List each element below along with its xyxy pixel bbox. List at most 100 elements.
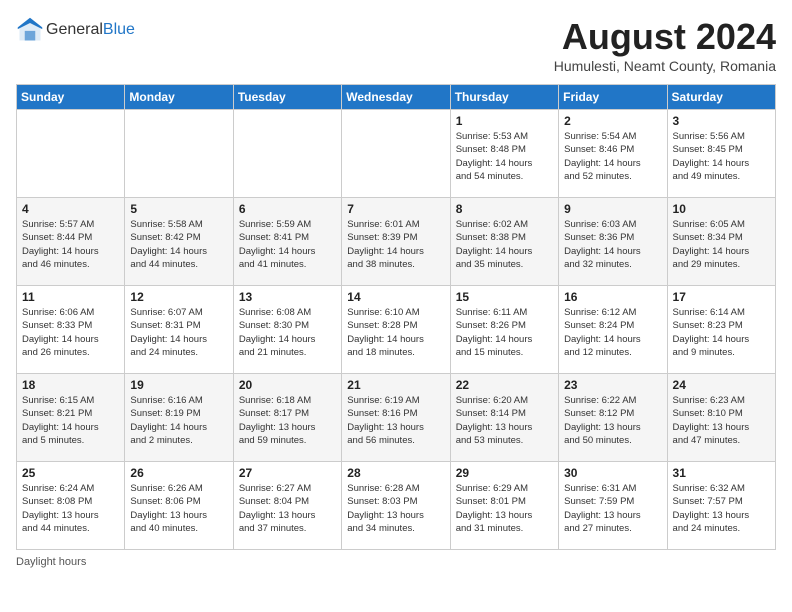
calendar-day-18: 18Sunrise: 6:15 AM Sunset: 8:21 PM Dayli… <box>17 374 125 462</box>
daylight-hours-label: Daylight hours <box>16 556 86 568</box>
location-subtitle: Humulesti, Neamt County, Romania <box>554 58 776 74</box>
calendar-day-1: 1 Sunrise: 5:53 AM Sunset: 8:48 PM Daylig… <box>450 110 558 198</box>
day-number: 25 <box>22 466 119 480</box>
day-number: 15 <box>456 290 553 304</box>
calendar-header-saturday: Saturday <box>667 85 775 110</box>
calendar-day-16: 16Sunrise: 6:12 AM Sunset: 8:24 PM Dayli… <box>559 286 667 374</box>
day-info: Sunrise: 5:54 AM Sunset: 8:46 PM Dayligh… <box>564 130 661 183</box>
day-info: Sunrise: 5:56 AM Sunset: 8:45 PM Dayligh… <box>673 130 770 183</box>
day-info: Sunrise: 5:57 AM Sunset: 8:44 PM Dayligh… <box>22 218 119 271</box>
day-number: 21 <box>347 378 444 392</box>
calendar-week-row: 1 Sunrise: 5:53 AM Sunset: 8:48 PM Daylig… <box>17 110 776 198</box>
day-number: 4 <box>22 202 119 216</box>
day-info: Sunrise: 6:16 AM Sunset: 8:19 PM Dayligh… <box>130 394 227 447</box>
footer-note: Daylight hours <box>16 556 776 568</box>
title-block: August 2024 Humulesti, Neamt County, Rom… <box>554 16 776 74</box>
day-info: Sunrise: 6:06 AM Sunset: 8:33 PM Dayligh… <box>22 306 119 359</box>
calendar-day-7: 7 Sunrise: 6:01 AM Sunset: 8:39 PM Daylig… <box>342 198 450 286</box>
day-number: 8 <box>456 202 553 216</box>
calendar-header-wednesday: Wednesday <box>342 85 450 110</box>
calendar-empty-cell <box>17 110 125 198</box>
calendar-week-row: 11 Sunrise: 6:06 AM Sunset: 8:33 PM Dayli… <box>17 286 776 374</box>
day-number: 27 <box>239 466 336 480</box>
calendar-day-29: 29 Sunrise: 6:29 AM Sunset: 8:01 PM Dayli… <box>450 462 558 550</box>
calendar-header-sunday: Sunday <box>17 85 125 110</box>
calendar-day-9: 9 Sunrise: 6:03 AM Sunset: 8:36 PM Daylig… <box>559 198 667 286</box>
calendar-day-22: 22Sunrise: 6:20 AM Sunset: 8:14 PM Dayli… <box>450 374 558 462</box>
day-info: Sunrise: 6:20 AM Sunset: 8:14 PM Dayligh… <box>456 394 553 447</box>
day-number: 2 <box>564 114 661 128</box>
day-info: Sunrise: 6:01 AM Sunset: 8:39 PM Dayligh… <box>347 218 444 271</box>
day-info: Sunrise: 6:11 AM Sunset: 8:26 PM Dayligh… <box>456 306 553 359</box>
day-number: 5 <box>130 202 227 216</box>
calendar-day-19: 19Sunrise: 6:16 AM Sunset: 8:19 PM Dayli… <box>125 374 233 462</box>
calendar-header-friday: Friday <box>559 85 667 110</box>
calendar-day-31: 31Sunrise: 6:32 AM Sunset: 7:57 PM Dayli… <box>667 462 775 550</box>
calendar-day-4: 4 Sunrise: 5:57 AM Sunset: 8:44 PM Daylig… <box>17 198 125 286</box>
day-info: Sunrise: 6:24 AM Sunset: 8:08 PM Dayligh… <box>22 482 119 535</box>
day-info: Sunrise: 6:27 AM Sunset: 8:04 PM Dayligh… <box>239 482 336 535</box>
day-number: 11 <box>22 290 119 304</box>
calendar-day-12: 12 Sunrise: 6:07 AM Sunset: 8:31 PM Dayli… <box>125 286 233 374</box>
month-year-title: August 2024 <box>554 16 776 58</box>
calendar-week-row: 4 Sunrise: 5:57 AM Sunset: 8:44 PM Daylig… <box>17 198 776 286</box>
day-info: Sunrise: 5:59 AM Sunset: 8:41 PM Dayligh… <box>239 218 336 271</box>
calendar-day-17: 17 Sunrise: 6:14 AM Sunset: 8:23 PM Dayli… <box>667 286 775 374</box>
day-info: Sunrise: 6:26 AM Sunset: 8:06 PM Dayligh… <box>130 482 227 535</box>
day-number: 18 <box>22 378 119 392</box>
calendar-day-10: 10 Sunrise: 6:05 AM Sunset: 8:34 PM Dayli… <box>667 198 775 286</box>
logo-blue-text: Blue <box>103 21 135 38</box>
calendar-day-24: 24Sunrise: 6:23 AM Sunset: 8:10 PM Dayli… <box>667 374 775 462</box>
calendar-day-3: 3 Sunrise: 5:56 AM Sunset: 8:45 PM Daylig… <box>667 110 775 198</box>
calendar-day-26: 26 Sunrise: 6:26 AM Sunset: 8:06 PM Dayli… <box>125 462 233 550</box>
calendar-week-row: 25 Sunrise: 6:24 AM Sunset: 8:08 PM Dayli… <box>17 462 776 550</box>
calendar-day-13: 13 Sunrise: 6:08 AM Sunset: 8:30 PM Dayli… <box>233 286 341 374</box>
day-info: Sunrise: 6:08 AM Sunset: 8:30 PM Dayligh… <box>239 306 336 359</box>
calendar-day-30: 30 Sunrise: 6:31 AM Sunset: 7:59 PM Dayli… <box>559 462 667 550</box>
day-info: Sunrise: 6:29 AM Sunset: 8:01 PM Dayligh… <box>456 482 553 535</box>
calendar-header-row: SundayMondayTuesdayWednesdayThursdayFrid… <box>17 85 776 110</box>
calendar-day-5: 5 Sunrise: 5:58 AM Sunset: 8:42 PM Daylig… <box>125 198 233 286</box>
calendar-day-28: 28 Sunrise: 6:28 AM Sunset: 8:03 PM Dayli… <box>342 462 450 550</box>
day-info: Sunrise: 6:14 AM Sunset: 8:23 PM Dayligh… <box>673 306 770 359</box>
calendar-empty-cell <box>342 110 450 198</box>
day-info: Sunrise: 5:58 AM Sunset: 8:42 PM Dayligh… <box>130 218 227 271</box>
day-number: 31 <box>673 466 770 480</box>
day-info: Sunrise: 6:28 AM Sunset: 8:03 PM Dayligh… <box>347 482 444 535</box>
day-number: 1 <box>456 114 553 128</box>
calendar-day-27: 27 Sunrise: 6:27 AM Sunset: 8:04 PM Dayli… <box>233 462 341 550</box>
day-info: Sunrise: 6:03 AM Sunset: 8:36 PM Dayligh… <box>564 218 661 271</box>
calendar-header-tuesday: Tuesday <box>233 85 341 110</box>
calendar-day-2: 2 Sunrise: 5:54 AM Sunset: 8:46 PM Daylig… <box>559 110 667 198</box>
day-info: Sunrise: 6:07 AM Sunset: 8:31 PM Dayligh… <box>130 306 227 359</box>
day-info: Sunrise: 6:10 AM Sunset: 8:28 PM Dayligh… <box>347 306 444 359</box>
logo-general-text: General <box>46 21 103 38</box>
calendar-empty-cell <box>125 110 233 198</box>
calendar-header-thursday: Thursday <box>450 85 558 110</box>
day-info: Sunrise: 6:18 AM Sunset: 8:17 PM Dayligh… <box>239 394 336 447</box>
day-info: Sunrise: 6:02 AM Sunset: 8:38 PM Dayligh… <box>456 218 553 271</box>
day-number: 10 <box>673 202 770 216</box>
calendar-day-14: 14Sunrise: 6:10 AM Sunset: 8:28 PM Dayli… <box>342 286 450 374</box>
day-info: Sunrise: 6:31 AM Sunset: 7:59 PM Dayligh… <box>564 482 661 535</box>
day-number: 29 <box>456 466 553 480</box>
day-info: Sunrise: 6:23 AM Sunset: 8:10 PM Dayligh… <box>673 394 770 447</box>
day-number: 3 <box>673 114 770 128</box>
day-number: 13 <box>239 290 336 304</box>
day-number: 9 <box>564 202 661 216</box>
day-info: Sunrise: 6:12 AM Sunset: 8:24 PM Dayligh… <box>564 306 661 359</box>
logo-text: GeneralBlue <box>46 21 135 39</box>
day-number: 28 <box>347 466 444 480</box>
day-info: Sunrise: 6:05 AM Sunset: 8:34 PM Dayligh… <box>673 218 770 271</box>
calendar-week-row: 18Sunrise: 6:15 AM Sunset: 8:21 PM Dayli… <box>17 374 776 462</box>
day-number: 30 <box>564 466 661 480</box>
calendar-table: SundayMondayTuesdayWednesdayThursdayFrid… <box>16 84 776 550</box>
day-number: 17 <box>673 290 770 304</box>
day-info: Sunrise: 5:53 AM Sunset: 8:48 PM Dayligh… <box>456 130 553 183</box>
calendar-day-15: 15 Sunrise: 6:11 AM Sunset: 8:26 PM Dayli… <box>450 286 558 374</box>
day-info: Sunrise: 6:22 AM Sunset: 8:12 PM Dayligh… <box>564 394 661 447</box>
calendar-day-23: 23Sunrise: 6:22 AM Sunset: 8:12 PM Dayli… <box>559 374 667 462</box>
day-number: 7 <box>347 202 444 216</box>
day-number: 12 <box>130 290 227 304</box>
day-number: 26 <box>130 466 227 480</box>
